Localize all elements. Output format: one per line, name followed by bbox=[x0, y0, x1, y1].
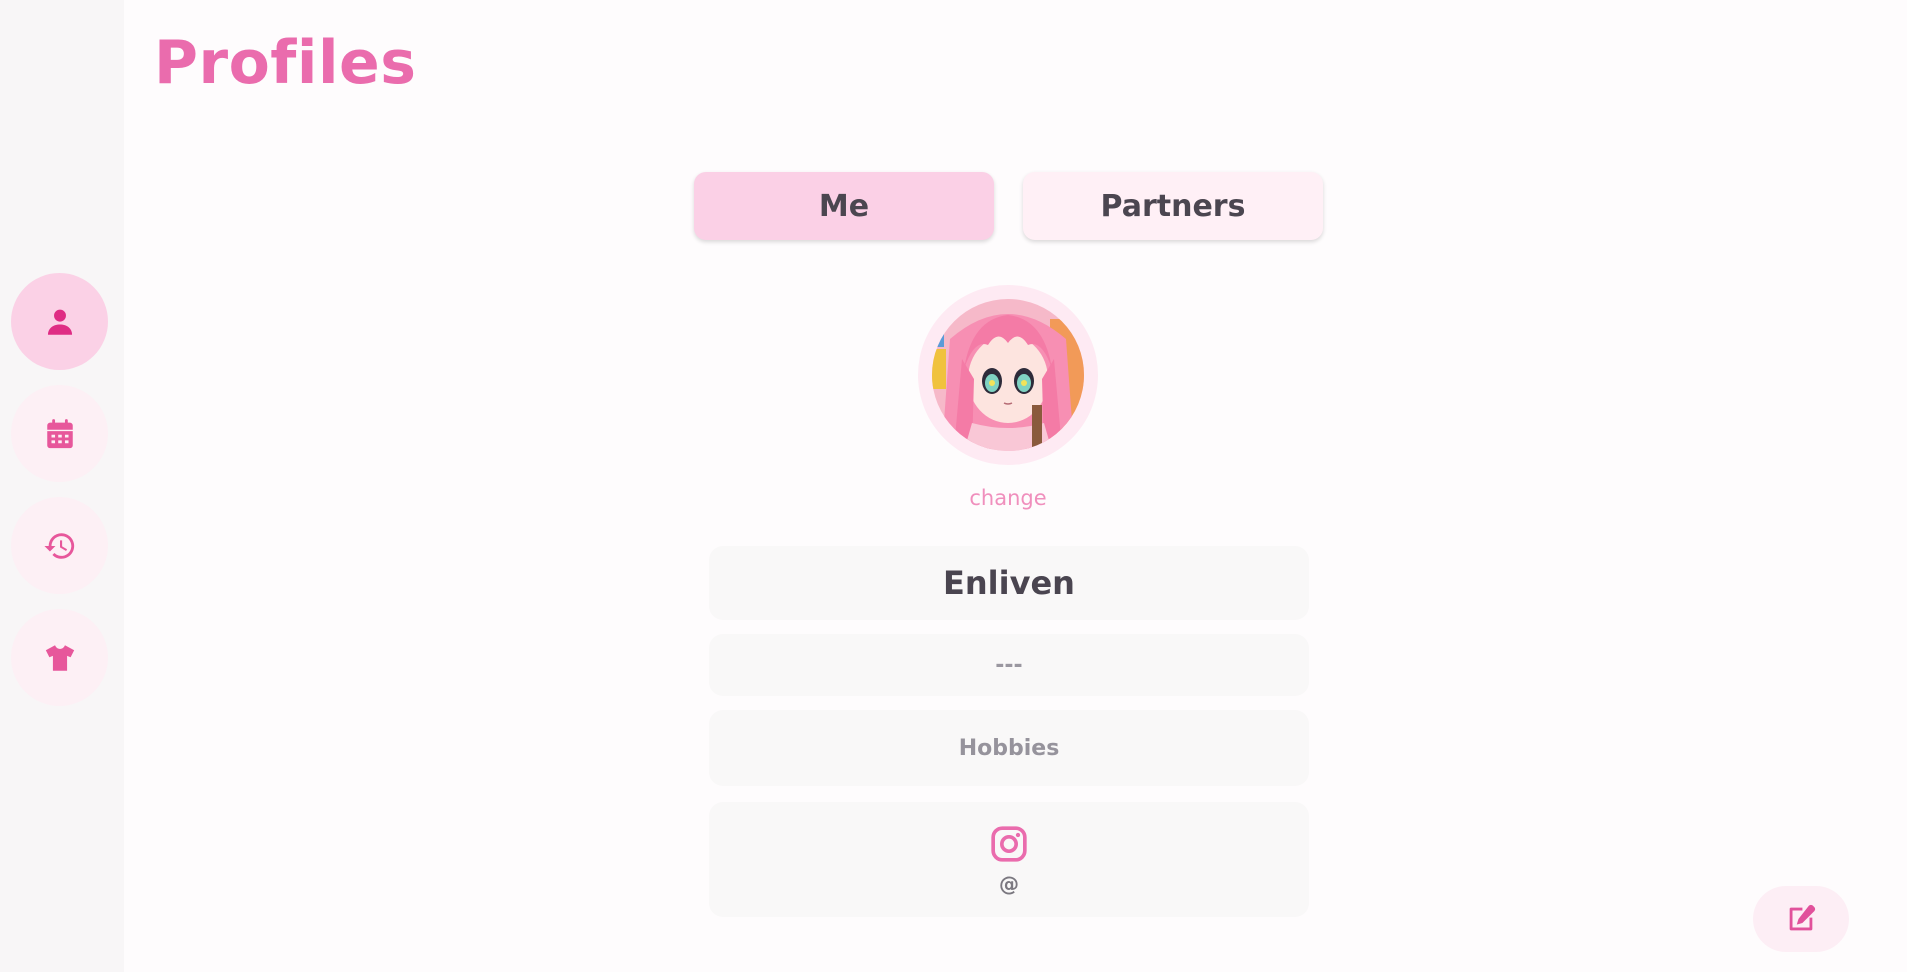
nav-outfits-button[interactable] bbox=[11, 609, 108, 706]
change-avatar-link[interactable]: change bbox=[948, 486, 1068, 510]
nav-calendar-button[interactable] bbox=[11, 385, 108, 482]
instagram-field[interactable]: @ bbox=[709, 802, 1309, 917]
app-root: Profiles Me Partners change Enliven --- … bbox=[0, 0, 1907, 972]
instagram-icon bbox=[991, 825, 1027, 862]
pronouns-field[interactable]: --- bbox=[709, 634, 1309, 696]
edit-icon bbox=[1789, 904, 1816, 931]
tab-partners[interactable]: Partners bbox=[1023, 172, 1323, 240]
avatar-frame[interactable] bbox=[918, 285, 1098, 465]
avatar bbox=[932, 299, 1084, 451]
tshirt-icon bbox=[45, 644, 74, 671]
edit-profile-button[interactable] bbox=[1753, 886, 1849, 952]
nav-profiles-button[interactable] bbox=[11, 273, 108, 370]
navigation-rail bbox=[0, 0, 124, 972]
person-icon bbox=[47, 309, 72, 335]
tab-me[interactable]: Me bbox=[694, 172, 994, 240]
page-title: Profiles bbox=[154, 28, 417, 98]
calendar-icon bbox=[46, 418, 73, 448]
name-field[interactable]: Enliven bbox=[709, 546, 1309, 620]
hobbies-field[interactable]: Hobbies bbox=[709, 710, 1309, 786]
nav-history-button[interactable] bbox=[11, 497, 108, 594]
instagram-handle: @ bbox=[999, 871, 1019, 896]
history-icon bbox=[43, 532, 74, 559]
